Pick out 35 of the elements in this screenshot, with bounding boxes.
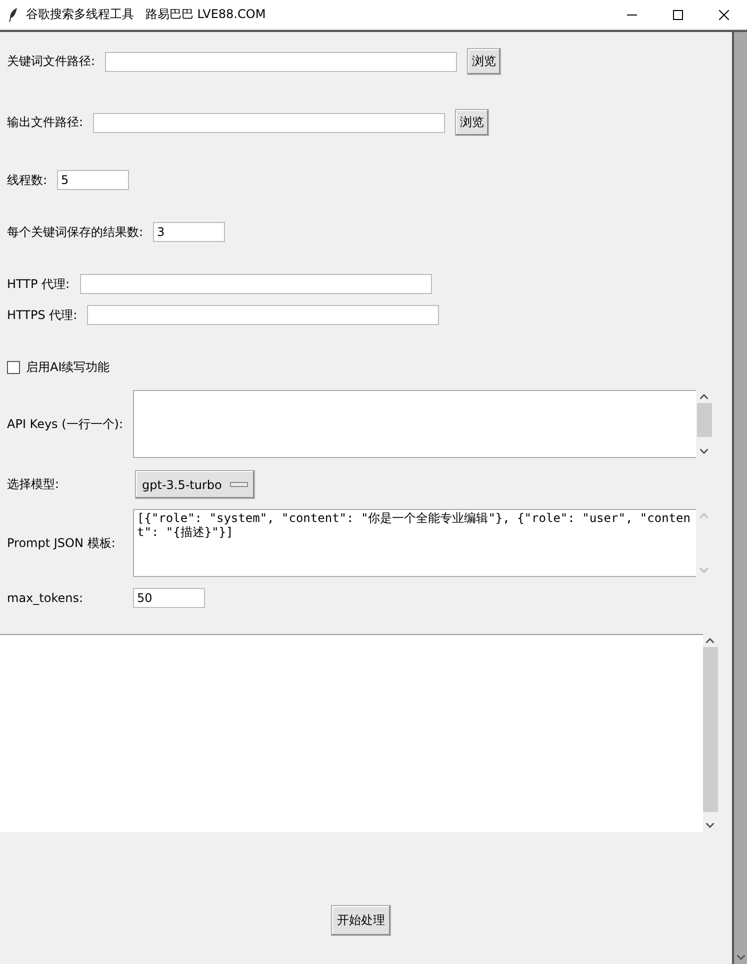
chevron-down-icon[interactable] bbox=[736, 955, 744, 960]
max-tokens-field[interactable]: 50 bbox=[133, 588, 205, 608]
window-title: 谷歌搜索多线程工具 路易巴巴 LVE88.COM bbox=[26, 6, 266, 23]
keyword-file-label: 关键词文件路径: bbox=[7, 53, 96, 70]
prompt-field[interactable]: [{"role": "system", "content": "你是一个全能专业编辑"}, {"role": "user", "content": "{描述}"}] bbox=[133, 509, 696, 577]
https-proxy-field[interactable] bbox=[87, 305, 440, 325]
start-button[interactable]: 开始处理 bbox=[331, 905, 391, 936]
browse-button[interactable]: 浏览 bbox=[467, 48, 502, 75]
results-count-field[interactable]: 3 bbox=[153, 222, 226, 242]
chevron-down-icon[interactable] bbox=[706, 823, 714, 828]
api-keys-label: API Keys (一行一个): bbox=[7, 416, 123, 432]
threads-label: 线程数: bbox=[7, 172, 48, 188]
prompt-label: Prompt JSON 模板: bbox=[7, 534, 116, 552]
browse-button[interactable]: 浏览 bbox=[455, 109, 490, 136]
chevron-up-icon[interactable] bbox=[700, 394, 708, 399]
ai-option-label: 启用AI续写功能 bbox=[26, 359, 110, 376]
results-count-label: 每个关键词保存的结果数: bbox=[7, 224, 144, 240]
chevron-up-icon[interactable] bbox=[706, 638, 714, 643]
ai-checkbox[interactable] bbox=[7, 361, 20, 374]
output-file-field[interactable] bbox=[93, 112, 446, 132]
max-tokens-label: max_tokens: bbox=[7, 591, 84, 605]
output-file-label: 输出文件路径: bbox=[7, 114, 84, 131]
keyword-file-field[interactable] bbox=[105, 52, 458, 72]
api-keys-field[interactable] bbox=[133, 390, 696, 458]
http-proxy-field[interactable] bbox=[80, 274, 432, 294]
threads-field[interactable]: 5 bbox=[57, 170, 130, 190]
window-scrollbar[interactable] bbox=[732, 32, 747, 964]
close-icon[interactable] bbox=[719, 10, 729, 20]
chevron-down-icon[interactable] bbox=[700, 449, 708, 454]
model-dropdown[interactable]: gpt-3.5-turbo bbox=[135, 470, 255, 499]
maximize-icon[interactable] bbox=[673, 10, 683, 20]
model-label: 选择模型: bbox=[7, 476, 60, 493]
feather-icon bbox=[8, 8, 18, 22]
http-proxy-label: HTTP 代理: bbox=[7, 276, 70, 292]
https-proxy-label: HTTPS 代理: bbox=[7, 306, 78, 324]
